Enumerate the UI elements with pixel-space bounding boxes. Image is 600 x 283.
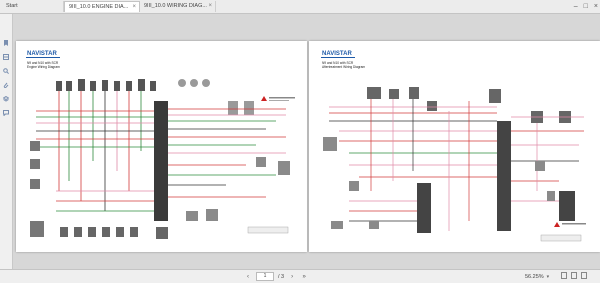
page-count: / 3 <box>278 273 285 280</box>
minimize-icon[interactable]: – <box>574 3 578 10</box>
search-icon[interactable] <box>3 68 9 74</box>
warning-icon <box>261 96 267 101</box>
thumbnails-icon[interactable] <box>3 54 9 60</box>
engine-wiring-diagram: NAVISTAR N9 and N10 with SCR Engine Wiri… <box>26 51 295 239</box>
aftertreatment-wiring-diagram: NAVISTAR N9 and N10 with SCR Aftertreatm… <box>321 51 586 242</box>
comment-icon[interactable] <box>3 110 9 116</box>
fit-width-icon[interactable] <box>571 272 577 279</box>
zoom-control: 56.25% ▾ <box>525 272 549 281</box>
page-subtitle: Aftertreatment Wiring Diagram <box>322 65 365 69</box>
tab-label: Start <box>6 3 18 9</box>
single-page-icon[interactable] <box>561 272 567 279</box>
page-2: NAVISTAR N9 and N10 with SCR Aftertreatm… <box>309 41 600 252</box>
document-viewer[interactable]: NAVISTAR N9 and N10 with SCR Engine Wiri… <box>13 14 600 269</box>
window-controls: – □ × <box>574 0 598 13</box>
zoom-dropdown-icon[interactable]: ▾ <box>547 274 550 280</box>
left-sidebar <box>0 14 13 269</box>
navistar-logo: NAVISTAR <box>27 51 57 57</box>
page-subtitle: Engine Wiring Diagram <box>27 65 60 69</box>
close-window-icon[interactable]: × <box>594 3 598 10</box>
tab-wiring-diagram[interactable]: 9III_10.0 WIRING DIAG... × <box>140 1 216 12</box>
view-mode-buttons <box>561 272 587 279</box>
status-bar: ‹ 1 / 3 › » 56.25% ▾ <box>0 269 600 283</box>
tab-engine-diagram[interactable]: 9III_10.0 ENGINE DIA... × <box>64 1 140 12</box>
navistar-logo: NAVISTAR <box>322 51 352 57</box>
maximize-icon[interactable]: □ <box>584 3 588 10</box>
page-navigation: ‹ 1 / 3 › » <box>244 272 308 281</box>
tab-label: 9III_10.0 WIRING DIAG... <box>144 3 207 9</box>
previous-page-icon[interactable]: ‹ <box>244 273 252 281</box>
zoom-level[interactable]: 56.25% <box>525 274 544 280</box>
tab-start[interactable]: Start <box>2 1 64 12</box>
two-page-icon[interactable] <box>581 272 587 279</box>
attachment-icon[interactable] <box>3 82 9 88</box>
next-page-icon[interactable]: › <box>288 273 296 281</box>
close-icon[interactable]: × <box>132 2 136 12</box>
warning-icon <box>554 222 560 227</box>
page-1: NAVISTAR N9 and N10 with SCR Engine Wiri… <box>16 41 307 252</box>
bookmark-icon[interactable] <box>3 40 9 46</box>
tab-bar: Start 9III_10.0 ENGINE DIA... × 9III_10.0… <box>0 0 600 14</box>
layers-icon[interactable] <box>3 96 9 102</box>
close-icon[interactable]: × <box>208 1 212 12</box>
page-number-input[interactable]: 1 <box>256 272 274 281</box>
tab-label: 9III_10.0 ENGINE DIA... <box>69 4 129 10</box>
last-page-icon[interactable]: » <box>300 273 308 281</box>
